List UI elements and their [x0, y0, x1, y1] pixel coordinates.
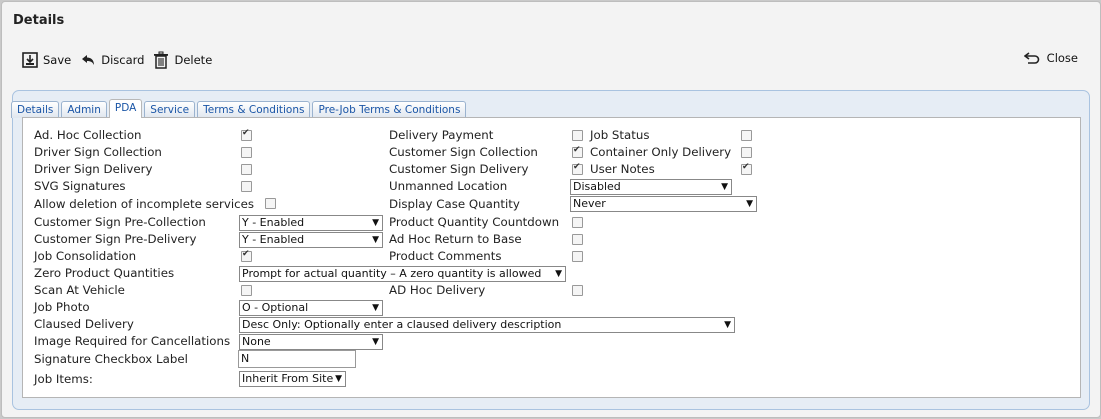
save-label: Save — [43, 53, 72, 67]
unmanned-location-value: Disabled — [573, 180, 621, 193]
ad-hoc-collection-label: Ad. Hoc Collection — [34, 128, 142, 142]
display-case-quantity-label: Display Case Quantity — [389, 197, 520, 211]
delivery-payment-label: Delivery Payment — [389, 128, 494, 142]
job-status-checkbox[interactable] — [741, 130, 752, 141]
tab-service[interactable]: Service — [144, 101, 196, 118]
signature-checkbox-label-label: Signature Checkbox Label — [34, 352, 188, 366]
job-consolidation-label: Job Consolidation — [34, 249, 137, 263]
customer-sign-pre-collection-label: Customer Sign Pre-Collection — [34, 215, 206, 229]
tab-terms-conditions[interactable]: Terms & Conditions — [197, 101, 311, 118]
job-consolidation-checkbox[interactable] — [241, 249, 252, 262]
claused-delivery-select[interactable]: Desc Only: Optionally enter a claused de… — [239, 317, 735, 333]
claused-delivery-value: Desc Only: Optionally enter a claused de… — [242, 318, 562, 331]
driver-sign-collection-label: Driver Sign Collection — [34, 145, 162, 159]
dropdown-arrow-icon: ▼ — [721, 182, 728, 192]
dropdown-arrow-icon: ▼ — [372, 303, 379, 313]
unmanned-location-select[interactable]: Disabled ▼ — [570, 179, 732, 195]
return-icon — [1023, 52, 1039, 64]
job-photo-select[interactable]: O - Optional ▼ — [239, 300, 383, 316]
customer-sign-pre-delivery-value: Y - Enabled — [242, 233, 305, 246]
customer-sign-pre-collection-value: Y - Enabled — [242, 216, 305, 229]
image-required-label: Image Required for Cancellations — [34, 334, 231, 348]
tab-pda[interactable]: PDA — [108, 99, 143, 118]
ad-hoc-delivery-label: AD Hoc Delivery — [389, 283, 486, 297]
pda-settings-form: Ad. Hoc Collection Driver Sign Collectio… — [22, 117, 1081, 398]
customer-sign-pre-delivery-select[interactable]: Y - Enabled ▼ — [239, 232, 383, 248]
allow-deletion-label: Allow deletion of incomplete services — [34, 197, 254, 211]
zero-product-quantities-value: Prompt for actual quantity – A zero quan… — [242, 267, 542, 280]
ad-hoc-return-to-base-label: Ad Hoc Return to Base — [389, 232, 522, 246]
ad-hoc-delivery-checkbox[interactable] — [572, 285, 583, 296]
zero-product-quantities-label: Zero Product Quantities — [34, 266, 175, 280]
discard-button[interactable]: Discard — [80, 53, 144, 67]
dropdown-arrow-icon: ▼ — [746, 199, 753, 209]
driver-sign-delivery-label: Driver Sign Delivery — [34, 162, 153, 176]
discard-label: Discard — [101, 53, 145, 67]
customer-sign-delivery-label: Customer Sign Delivery — [389, 162, 529, 176]
scan-at-vehicle-checkbox[interactable] — [241, 285, 252, 296]
trash-icon — [154, 51, 169, 69]
tab-strip: Details Admin PDA Service Terms & Condit… — [11, 99, 468, 118]
dropdown-arrow-icon: ▼ — [372, 218, 379, 228]
tab-details[interactable]: Details — [11, 101, 60, 118]
unmanned-location-label: Unmanned Location — [389, 179, 508, 193]
job-items-select[interactable]: Inherit From Site ▼ — [239, 371, 346, 387]
toolbar: Save Discard Delete — [22, 50, 221, 70]
customer-sign-pre-delivery-label: Customer Sign Pre-Delivery — [34, 232, 197, 246]
undo-icon — [82, 55, 95, 65]
save-button[interactable]: Save — [22, 52, 71, 68]
delivery-payment-checkbox[interactable] — [572, 130, 583, 141]
zero-product-quantities-select[interactable]: Prompt for actual quantity – A zero quan… — [239, 266, 566, 282]
dropdown-arrow-icon: ▼ — [555, 269, 562, 279]
dropdown-arrow-icon: ▼ — [724, 320, 731, 330]
image-required-value: None — [242, 335, 271, 348]
customer-sign-collection-checkbox[interactable] — [572, 145, 583, 158]
save-icon — [22, 52, 38, 68]
job-items-label: Job Items: — [34, 372, 93, 386]
customer-sign-pre-collection-select[interactable]: Y - Enabled ▼ — [239, 215, 383, 231]
image-required-select[interactable]: None ▼ — [239, 334, 383, 350]
tab-admin[interactable]: Admin — [61, 101, 107, 118]
customer-sign-delivery-checkbox[interactable] — [572, 162, 583, 175]
driver-sign-delivery-checkbox[interactable] — [241, 164, 252, 175]
signature-checkbox-label-input[interactable]: N — [238, 350, 356, 368]
ad-hoc-return-to-base-checkbox[interactable] — [572, 234, 583, 245]
delete-label: Delete — [174, 53, 213, 67]
dropdown-arrow-icon: ▼ — [372, 235, 379, 245]
dropdown-arrow-icon: ▼ — [335, 374, 342, 384]
display-case-quantity-value: Never — [573, 197, 606, 210]
delete-button[interactable]: Delete — [153, 51, 212, 69]
job-items-value: Inherit From Site — [242, 372, 334, 385]
close-button[interactable]: Close — [1023, 51, 1078, 65]
job-photo-label: Job Photo — [34, 300, 90, 314]
panel-title: Details — [13, 13, 65, 28]
product-quantity-countdown-checkbox[interactable] — [572, 217, 583, 228]
job-status-label: Job Status — [590, 128, 650, 142]
dropdown-arrow-icon: ▼ — [372, 337, 379, 347]
driver-sign-collection-checkbox[interactable] — [241, 147, 252, 158]
job-photo-value: O - Optional — [242, 301, 309, 314]
product-quantity-countdown-label: Product Quantity Countdown — [389, 215, 560, 229]
scan-at-vehicle-label: Scan At Vehicle — [34, 283, 125, 297]
customer-sign-collection-label: Customer Sign Collection — [389, 145, 538, 159]
container-only-delivery-checkbox[interactable] — [741, 147, 752, 158]
tab-pre-job-terms-conditions[interactable]: Pre-Job Terms & Conditions — [312, 101, 467, 118]
display-case-quantity-select[interactable]: Never ▼ — [570, 196, 757, 212]
container-only-delivery-label: Container Only Delivery — [590, 145, 732, 159]
claused-delivery-label: Claused Delivery — [34, 317, 134, 331]
user-notes-label: User Notes — [590, 162, 655, 176]
close-label: Close — [1046, 51, 1078, 65]
ad-hoc-collection-checkbox[interactable] — [241, 128, 252, 141]
user-notes-checkbox[interactable] — [741, 162, 752, 175]
product-comments-checkbox[interactable] — [572, 251, 583, 262]
svg-signatures-label: SVG Signatures — [34, 179, 126, 193]
allow-deletion-checkbox[interactable] — [265, 198, 276, 209]
product-comments-label: Product Comments — [389, 249, 502, 263]
svg-signatures-checkbox[interactable] — [241, 181, 252, 192]
